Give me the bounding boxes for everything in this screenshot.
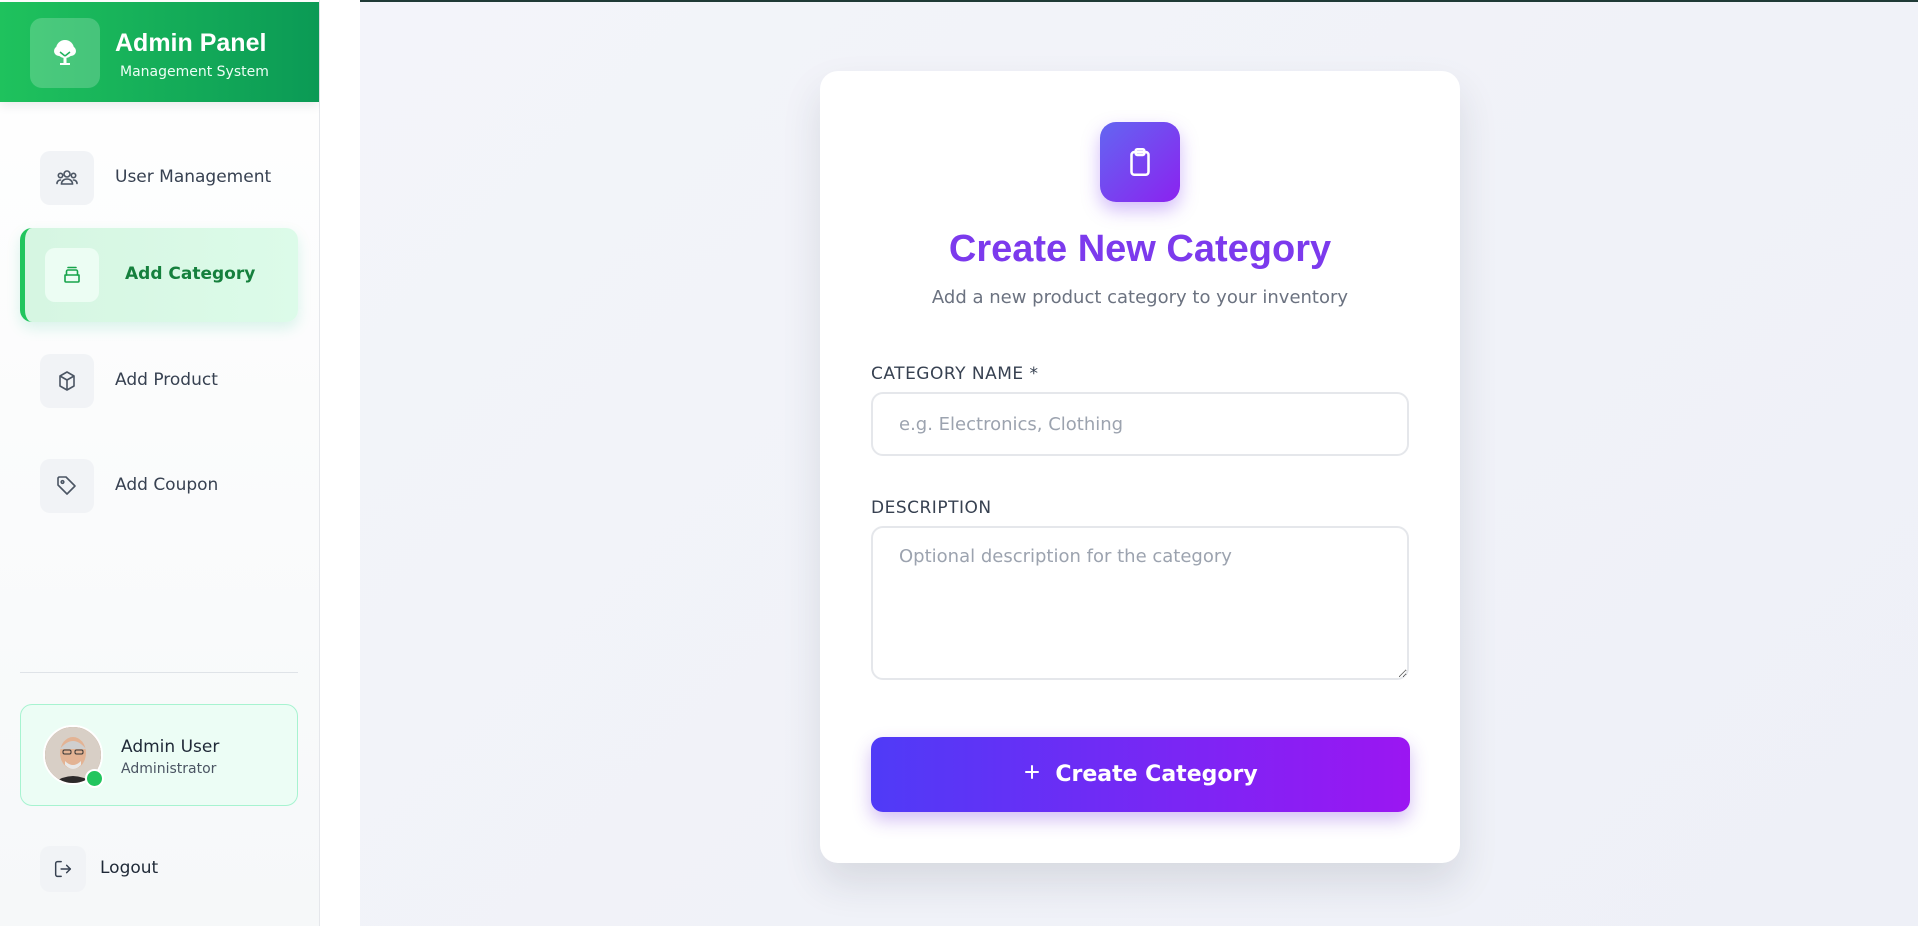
sidebar-item-label: Add Category <box>125 264 256 284</box>
create-category-button[interactable]: Create Category <box>871 737 1410 812</box>
user-name: Admin User <box>121 737 220 757</box>
clipboard-icon <box>1100 122 1180 202</box>
sidebar-item-label: Add Product <box>115 370 218 390</box>
logout-label: Logout <box>100 858 159 878</box>
sidebar-divider <box>20 672 298 673</box>
logout-button[interactable]: Logout <box>20 836 298 902</box>
description-textarea[interactable] <box>871 526 1409 680</box>
brand-title: Admin Panel <box>115 29 267 57</box>
sidebar: Admin Panel Management System User Manag… <box>0 0 320 926</box>
user-profile-card[interactable]: Admin User Administrator <box>20 704 298 806</box>
create-category-card: Create New Category Add a new product ca… <box>820 71 1460 863</box>
box-icon <box>40 354 94 408</box>
sidebar-item-label: Add Coupon <box>115 475 219 495</box>
create-category-button-label: Create Category <box>1055 762 1258 787</box>
users-icon <box>40 151 94 205</box>
description-label: DESCRIPTION <box>871 498 992 518</box>
page-title: Create New Category <box>948 228 1332 270</box>
brand-subtitle: Management System <box>120 64 269 80</box>
tag-icon <box>40 459 94 513</box>
inbox-icon <box>45 248 99 302</box>
sidebar-item-user-management[interactable]: User Management <box>20 131 298 225</box>
category-name-input[interactable] <box>871 392 1409 456</box>
content-gutter <box>320 0 360 926</box>
user-role: Administrator <box>121 761 217 777</box>
sidebar-item-add-product[interactable]: Add Product <box>20 334 298 428</box>
tree-icon <box>30 18 100 88</box>
sidebar-item-add-coupon[interactable]: Add Coupon <box>20 439 298 533</box>
category-name-label: CATEGORY NAME * <box>871 364 1039 384</box>
page-subtitle: Add a new product category to your inven… <box>931 287 1349 308</box>
sidebar-item-add-category[interactable]: Add Category <box>20 228 298 322</box>
logout-icon <box>40 846 86 892</box>
plus-icon <box>1023 762 1041 787</box>
brand-header: Admin Panel Management System <box>0 2 319 102</box>
online-status-indicator <box>85 769 104 788</box>
sidebar-item-label: User Management <box>115 167 272 187</box>
